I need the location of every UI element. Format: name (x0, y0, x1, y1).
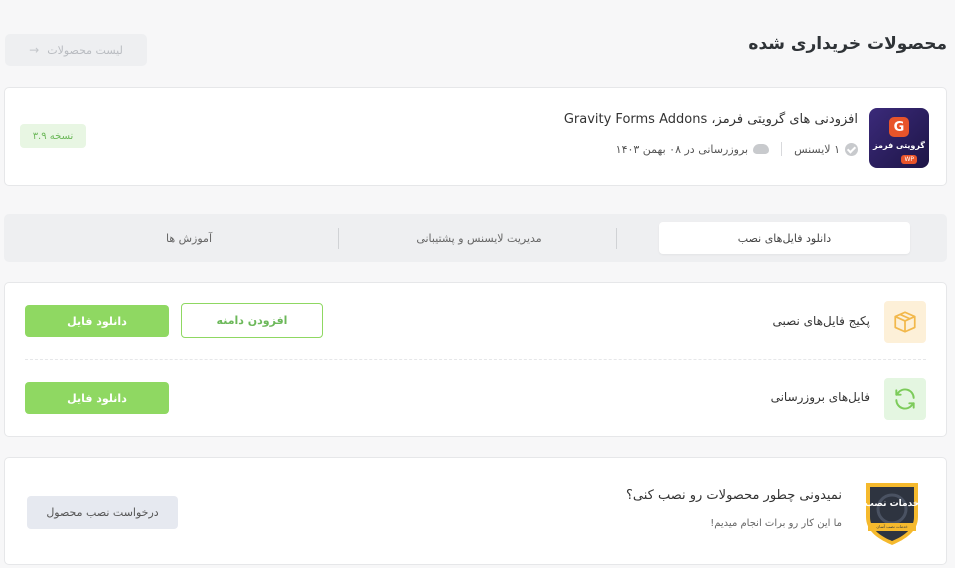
logo-badge: WP (901, 155, 917, 164)
files-card: پکیج فایل‌های نصبی افزودن دامنه دانلود ف… (4, 282, 947, 437)
tabs-bar: دانلود فایل‌های نصب مدیریت لایسنس و پشتی… (4, 214, 947, 262)
request-install-button[interactable]: درخواست نصب محصول (27, 496, 178, 529)
license-count: ۱ لایسنس (794, 142, 840, 156)
install-title: نمیدونی چطور محصولات رو نصب کنی؟ (625, 488, 842, 503)
product-meta: ۱ لایسنس بروزرسانی در ۰۸ بهمن ۱۴۰۳ (616, 142, 858, 156)
version-badge: نسخه ۳.۹ (20, 124, 86, 148)
install-service-badge: خدمات نصب خدمات نصب آسان (860, 479, 924, 547)
badge-small-text: خدمات نصب آسان (876, 524, 908, 529)
tab-tutorials[interactable]: آموزش ها (64, 222, 314, 254)
cloud-icon (753, 144, 770, 154)
product-card: G گرویتی فرمز WP افزودنی های گرویتی فرمز… (4, 87, 947, 186)
tab-divider (338, 228, 339, 249)
back-label: لیست محصولات (47, 43, 123, 57)
gravity-forms-icon: G (889, 117, 909, 137)
update-date: بروزرسانی در ۰۸ بهمن ۱۴۰۳ (615, 142, 749, 156)
page-title: محصولات خریداری شده (748, 34, 947, 54)
install-service-card: خدمات نصب خدمات نصب آسان نمیدونی چطور مح… (4, 457, 947, 565)
tab-license-support[interactable]: مدیریت لایسنس و پشتیبانی (344, 222, 614, 254)
meta-divider (781, 142, 783, 156)
product-logo: G گرویتی فرمز WP (869, 108, 929, 168)
logo-text: گرویتی فرمز (873, 141, 925, 150)
check-circle-icon (845, 142, 858, 156)
update-files-label: فایل‌های بروزرسانی (770, 390, 870, 404)
row-divider (25, 359, 926, 360)
download-package-button[interactable]: دانلود فایل (25, 305, 169, 337)
tab-divider (616, 228, 617, 249)
install-subtitle: ما این کار رو برات انجام میدیم! (710, 518, 842, 529)
tab-download-files[interactable]: دانلود فایل‌های نصب (659, 222, 910, 254)
badge-text: خدمات نصب (864, 499, 920, 509)
add-domain-button[interactable]: افزودن دامنه (181, 303, 323, 338)
download-updates-button[interactable]: دانلود فایل (25, 382, 169, 414)
refresh-icon (884, 378, 926, 420)
product-name: افزودنی های گرویتی فرمز، Gravity Forms A… (563, 112, 858, 127)
package-files-label: پکیج فایل‌های نصبی (772, 314, 870, 328)
back-to-products-button[interactable]: لیست محصولات → (5, 34, 147, 66)
package-box-icon (884, 301, 926, 343)
arrow-right-icon: → (29, 43, 40, 57)
